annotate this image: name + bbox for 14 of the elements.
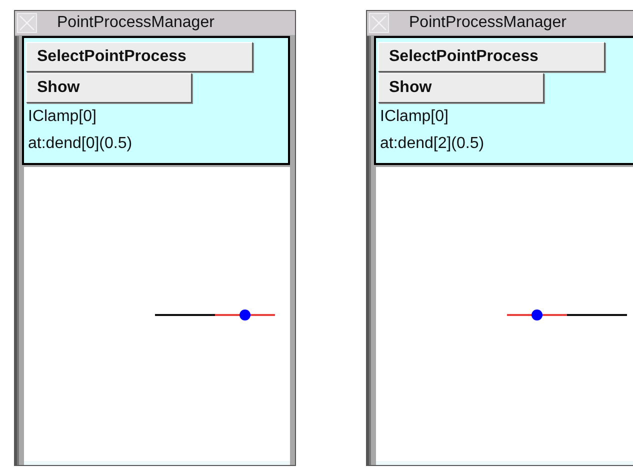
info-text: at:dend[2](0.5) <box>379 134 484 154</box>
info-text: IClamp[0] <box>379 107 448 127</box>
point-marker <box>240 310 250 320</box>
panel-button[interactable]: SelectPointProcess <box>26 42 253 72</box>
info-text: IClamp[0] <box>27 107 96 127</box>
window-title: PointProcessManager <box>56 14 214 32</box>
window-title: PointProcessManager <box>408 14 566 32</box>
info-text: at:dend[0](0.5) <box>27 134 132 154</box>
close-icon[interactable] <box>17 13 37 33</box>
point-marker <box>532 310 542 320</box>
panel-button[interactable]: Show <box>26 73 192 103</box>
close-icon[interactable] <box>369 13 389 33</box>
panel-button[interactable]: Show <box>378 73 544 103</box>
panel-button[interactable]: SelectPointProcess <box>378 42 605 72</box>
